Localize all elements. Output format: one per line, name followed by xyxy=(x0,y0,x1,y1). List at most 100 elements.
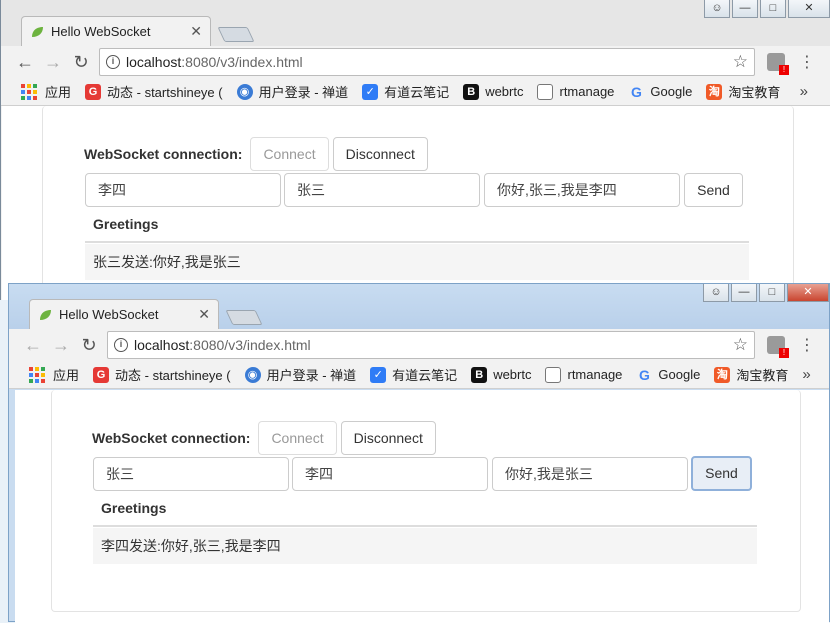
bookmark-startshineye[interactable]: G 动态 - startshineye ( xyxy=(93,365,231,384)
message-input[interactable]: 你好,张三,我是李四 xyxy=(484,173,680,207)
reload-icon[interactable]: ↻ xyxy=(75,335,103,356)
minimize-button[interactable]: — xyxy=(732,0,758,18)
extension-icon[interactable]: ! xyxy=(767,53,789,75)
menu-kebab-icon[interactable]: ⋮ xyxy=(799,335,815,355)
window-controls: ☺ — □ ✕ xyxy=(704,0,830,18)
disconnect-button[interactable]: Disconnect xyxy=(340,421,436,455)
back-arrow-icon[interactable]: ← xyxy=(19,335,47,356)
navigation-toolbar: ← → ↻ i localhost:8080/v3/index.html ☆ !… xyxy=(1,46,830,78)
youdao-note-icon: ✓ xyxy=(370,366,387,383)
youdao-note-icon: ✓ xyxy=(362,83,379,100)
bookmark-taobao[interactable]: 淘淘宝教育 xyxy=(714,365,788,384)
page-icon xyxy=(545,366,562,383)
back-arrow-icon[interactable]: ← xyxy=(11,52,39,73)
bookmark-star-icon[interactable]: ☆ xyxy=(733,335,748,355)
page-content: WebSocket connection: Connect Disconnect… xyxy=(15,390,829,623)
close-window-button[interactable]: ✕ xyxy=(787,284,829,302)
b-logo-icon: B xyxy=(463,83,480,100)
greetings-header: Greetings xyxy=(101,500,167,516)
tab-title: Hello WebSocket xyxy=(59,307,159,322)
tab-title: Hello WebSocket xyxy=(51,24,151,39)
from-input[interactable]: 李四 xyxy=(85,173,281,207)
menu-kebab-icon[interactable]: ⋮ xyxy=(799,52,815,72)
forward-arrow-icon[interactable]: → xyxy=(39,52,67,73)
b-logo-icon: B xyxy=(471,366,488,383)
window-controls: ☺ — □ ✕ xyxy=(703,284,829,302)
bookmark-youdao[interactable]: ✓ 有道云笔记 xyxy=(370,365,457,384)
apps-grid-icon xyxy=(21,83,37,100)
user-icon[interactable]: ☺ xyxy=(703,284,729,302)
disconnect-button[interactable]: Disconnect xyxy=(332,137,428,171)
globe-icon: ◉ xyxy=(244,366,261,383)
bookmark-zentao[interactable]: ◉ 用户登录 - 禅道 xyxy=(244,365,356,384)
send-button[interactable]: Send xyxy=(691,456,752,491)
title-bar: Hello WebSocket ✕ ☺ — □ ✕ xyxy=(9,284,829,329)
maximize-button[interactable]: □ xyxy=(759,284,785,302)
greeting-row: 张三发送:你好,我是张三 xyxy=(85,244,749,280)
table-divider xyxy=(93,525,757,527)
info-icon[interactable]: i xyxy=(106,55,120,69)
bookmark-youdao[interactable]: ✓ 有道云笔记 xyxy=(362,82,449,101)
page-icon xyxy=(537,83,554,100)
send-button[interactable]: Send xyxy=(684,173,743,207)
url-text: localhost:8080/v3/index.html xyxy=(134,337,311,353)
bookmarks-overflow-icon[interactable]: » xyxy=(800,83,808,100)
connection-row: WebSocket connection: Connect Disconnect xyxy=(92,421,436,455)
tab-hello-websocket[interactable]: Hello WebSocket ✕ xyxy=(21,16,211,46)
bookmark-rtmanage[interactable]: rtmanage xyxy=(537,83,614,100)
bookmark-google[interactable]: G Google xyxy=(636,367,700,383)
user-icon[interactable]: ☺ xyxy=(704,0,730,18)
taobao-icon: 淘 xyxy=(706,83,723,100)
forward-arrow-icon[interactable]: → xyxy=(47,335,75,356)
maximize-button[interactable]: □ xyxy=(760,0,786,18)
bookmark-star-icon[interactable]: ☆ xyxy=(733,52,748,72)
new-tab-button[interactable] xyxy=(225,310,263,325)
bookmarks-overflow-icon[interactable]: » xyxy=(802,366,810,383)
spring-leaf-icon xyxy=(40,309,51,320)
browser-window-back: Hello WebSocket ✕ ☺ — □ ✕ ← → ↻ i localh… xyxy=(0,0,830,306)
close-tab-icon[interactable]: ✕ xyxy=(190,23,202,40)
tab-hello-websocket[interactable]: Hello WebSocket ✕ xyxy=(29,299,219,329)
spring-leaf-icon xyxy=(32,26,43,37)
bookmark-webrtc[interactable]: Bwebrtc xyxy=(471,366,531,383)
info-icon[interactable]: i xyxy=(114,338,128,352)
google-icon: G xyxy=(630,83,642,100)
bookmark-rtmanage[interactable]: rtmanage xyxy=(545,366,622,383)
new-tab-button[interactable] xyxy=(217,27,255,42)
apps-grid-icon xyxy=(29,366,45,383)
from-input[interactable]: 张三 xyxy=(93,457,289,491)
close-tab-icon[interactable]: ✕ xyxy=(198,306,210,323)
bookmark-apps[interactable]: 应用 xyxy=(21,82,71,101)
connect-button[interactable]: Connect xyxy=(258,421,337,455)
bookmarks-bar: 应用 G 动态 - startshineye ( ◉ 用户登录 - 禅道 ✓ 有道云笔… xyxy=(1,78,830,106)
bookmark-startshineye[interactable]: G 动态 - startshineye ( xyxy=(85,82,223,101)
connect-button[interactable]: Connect xyxy=(250,137,329,171)
globe-icon: ◉ xyxy=(236,83,253,100)
google-icon: G xyxy=(638,366,650,383)
address-bar[interactable]: i localhost:8080/v3/index.html ☆ xyxy=(107,331,755,359)
gitee-icon: G xyxy=(93,366,110,383)
bookmark-zentao[interactable]: ◉ 用户登录 - 禅道 xyxy=(236,82,348,101)
address-bar[interactable]: i localhost:8080/v3/index.html ☆ xyxy=(99,48,755,76)
reload-icon[interactable]: ↻ xyxy=(67,52,95,73)
message-input[interactable]: 你好,我是张三 xyxy=(492,457,688,491)
navigation-toolbar: ← → ↻ i localhost:8080/v3/index.html ☆ !… xyxy=(9,329,829,361)
bookmarks-bar: 应用 G 动态 - startshineye ( ◉ 用户登录 - 禅道 ✓ 有道云笔… xyxy=(9,361,829,389)
bookmark-webrtc[interactable]: Bwebrtc xyxy=(463,83,523,100)
close-window-button[interactable]: ✕ xyxy=(788,0,830,18)
browser-window-front: Hello WebSocket ✕ ☺ — □ ✕ ← → ↻ i localh… xyxy=(8,283,830,623)
bookmark-apps[interactable]: 应用 xyxy=(29,365,79,384)
to-input[interactable]: 李四 xyxy=(292,457,488,491)
minimize-button[interactable]: — xyxy=(731,284,757,302)
page-content: WebSocket connection: Connect Disconnect… xyxy=(2,106,830,306)
taobao-icon: 淘 xyxy=(714,366,731,383)
title-bar: Hello WebSocket ✕ ☺ — □ ✕ xyxy=(1,0,830,46)
table-divider xyxy=(85,241,749,243)
to-input[interactable]: 张三 xyxy=(284,173,480,207)
bookmark-taobao[interactable]: 淘淘宝教育 xyxy=(706,82,780,101)
extension-icon[interactable]: ! xyxy=(767,336,789,358)
greetings-header: Greetings xyxy=(93,216,159,232)
connection-label: WebSocket connection: xyxy=(84,146,243,162)
connection-row: WebSocket connection: Connect Disconnect xyxy=(84,137,428,171)
bookmark-google[interactable]: G Google xyxy=(628,84,692,100)
